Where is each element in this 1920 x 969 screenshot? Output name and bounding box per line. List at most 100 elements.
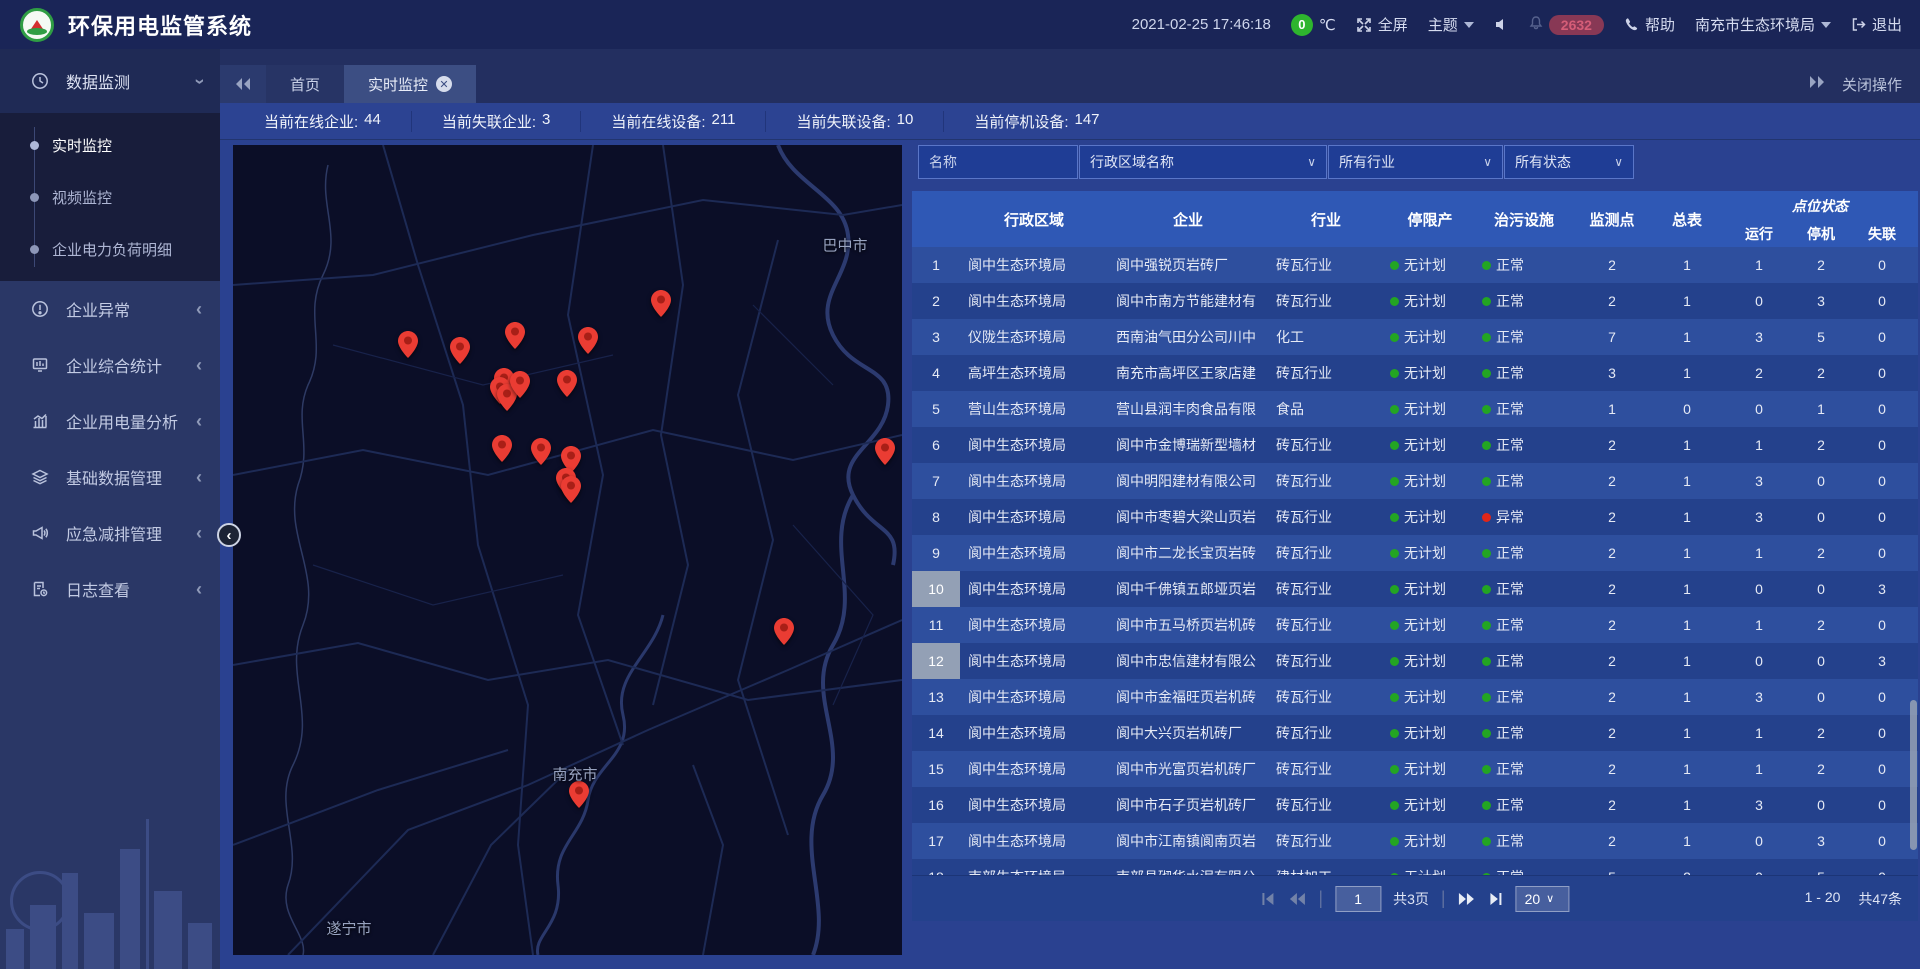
- row-lost-count: 0: [1846, 427, 1918, 463]
- sidebar-item-log-view[interactable]: 日志查看 ‹: [0, 561, 220, 617]
- status-dot-icon: [1482, 297, 1491, 306]
- map-pin-icon[interactable]: [875, 438, 895, 465]
- row-running-count: 0: [1722, 823, 1796, 859]
- table-row[interactable]: 13 阆中生态环境局 阆中市金福旺页岩机砖 砖瓦行业 无计划 正常 2 1 3 …: [912, 679, 1918, 715]
- column-header-run: 运行: [1722, 217, 1796, 247]
- status-select[interactable]: 所有状态 ∨: [1504, 145, 1634, 179]
- tab-realtime-monitor[interactable]: 实时监控 ✕: [344, 65, 476, 103]
- table-row[interactable]: 14 阆中生态环境局 阆中大兴页岩机砖厂 砖瓦行业 无计划 正常 2 1 1 2…: [912, 715, 1918, 751]
- map-pin-icon[interactable]: [398, 331, 418, 358]
- row-running-count: 3: [1722, 463, 1796, 499]
- status-dot-icon: [1482, 477, 1491, 486]
- tab-home[interactable]: 首页: [266, 65, 344, 103]
- map-pin-icon[interactable]: [492, 435, 512, 462]
- logout-button[interactable]: 退出: [1851, 14, 1902, 35]
- org-menu[interactable]: 南充市生态环境局: [1695, 14, 1831, 35]
- sidebar-item-video-monitor[interactable]: 视频监控: [0, 171, 220, 223]
- industry-select[interactable]: 所有行业 ∨: [1328, 145, 1503, 179]
- table-row[interactable]: 6 阆中生态环境局 阆中市金博瑞新型墙材 砖瓦行业 无计划 正常 2 1 1 2…: [912, 427, 1918, 463]
- table-row[interactable]: 10 阆中生态环境局 阆中千佛镇五郎垭页岩 砖瓦行业 无计划 正常 2 1 0 …: [912, 571, 1918, 607]
- table-row[interactable]: 9 阆中生态环境局 阆中市二龙长宝页岩砖 砖瓦行业 无计划 正常 2 1 1 2…: [912, 535, 1918, 571]
- total-pages-label: 共3页: [1393, 889, 1429, 909]
- map-pin-icon[interactable]: [450, 337, 470, 364]
- row-company: 阆中市五马桥页岩机砖: [1108, 607, 1268, 643]
- row-monitor-points: 2: [1572, 823, 1652, 859]
- sidebar-item-enterprise-abnormal[interactable]: 企业异常 ‹: [0, 281, 220, 337]
- scrollbar-thumb[interactable]: [1910, 700, 1917, 850]
- map-pin-icon[interactable]: [774, 618, 794, 645]
- status-dot-icon: [1482, 333, 1491, 342]
- sound-toggle[interactable]: [1494, 17, 1509, 32]
- notification-area[interactable]: 2632: [1529, 15, 1604, 35]
- region-select[interactable]: 行政区域名称 ∨: [1079, 145, 1327, 179]
- close-operations-menu[interactable]: 关闭操作: [1842, 74, 1902, 95]
- table-row[interactable]: 18 南部生态环境局 南部县砌华水泥有限公 建材加工 无计划 正常 5 2 0 …: [912, 859, 1918, 875]
- sidebar-item-emergency-reduction[interactable]: 应急减排管理 ‹: [0, 505, 220, 561]
- sidebar-item-base-data-management[interactable]: 基础数据管理 ‹: [0, 449, 220, 505]
- row-industry: 砖瓦行业: [1268, 607, 1384, 643]
- sidebar-item-power-usage-analysis[interactable]: 企业用电量分析 ‹: [0, 393, 220, 449]
- map-panel[interactable]: ‹: [233, 145, 902, 955]
- map-pin-icon[interactable]: [505, 322, 525, 349]
- prev-page-button[interactable]: [1288, 892, 1306, 906]
- megaphone-icon: [30, 524, 50, 542]
- table-row[interactable]: 8 阆中生态环境局 阆中市枣碧大梁山页岩 砖瓦行业 无计划 异常 2 1 3 0…: [912, 499, 1918, 535]
- map-pin-icon[interactable]: [510, 371, 530, 398]
- table-row[interactable]: 4 高坪生态环境局 南充市高坪区王家店建 砖瓦行业 无计划 正常 3 1 2 2…: [912, 355, 1918, 391]
- status-dot-icon: [1482, 261, 1491, 270]
- sidebar-item-enterprise-statistics[interactable]: 企业综合统计 ‹: [0, 337, 220, 393]
- map-pin-icon[interactable]: [569, 781, 589, 808]
- row-lost-count: 0: [1846, 607, 1918, 643]
- app-logo: [20, 8, 54, 42]
- map-pin-icon[interactable]: [561, 476, 581, 503]
- table-row[interactable]: 15 阆中生态环境局 阆中市光富页岩机砖厂 砖瓦行业 无计划 正常 2 1 1 …: [912, 751, 1918, 787]
- table-row[interactable]: 3 仪陇生态环境局 西南油气田分公司川中 化工 无计划 正常 7 1 3 5 0: [912, 319, 1918, 355]
- last-page-button[interactable]: [1488, 892, 1504, 906]
- row-monitor-points: 2: [1572, 607, 1652, 643]
- sidebar-item-realtime-monitor[interactable]: 实时监控: [0, 119, 220, 171]
- sidebar-group-data-monitoring[interactable]: 数据监测 ‹: [0, 49, 220, 113]
- row-facility-status: 正常: [1476, 715, 1572, 751]
- page-size-select[interactable]: 20 ∨: [1516, 886, 1570, 912]
- map-pin-icon[interactable]: [651, 290, 671, 317]
- row-index: 18: [912, 859, 960, 875]
- status-dot-icon: [1390, 297, 1399, 306]
- first-page-button[interactable]: [1260, 892, 1276, 906]
- table-row[interactable]: 16 阆中生态环境局 阆中市石子页岩机砖厂 砖瓦行业 无计划 正常 2 1 3 …: [912, 787, 1918, 823]
- tabs-scroll-left-button[interactable]: [220, 65, 266, 103]
- row-region: 阆中生态环境局: [960, 823, 1108, 859]
- row-index: 17: [912, 823, 960, 859]
- map-pin-icon[interactable]: [531, 438, 551, 465]
- temperature-badge: 0: [1291, 14, 1313, 36]
- table-row[interactable]: 7 阆中生态环境局 阆中明阳建材有限公司 砖瓦行业 无计划 正常 2 1 3 0…: [912, 463, 1918, 499]
- table-row[interactable]: 5 营山生态环境局 营山县润丰肉食品有限 食品 无计划 正常 1 0 0 1 0: [912, 391, 1918, 427]
- table-row[interactable]: 17 阆中生态环境局 阆中市江南镇阆南页岩 砖瓦行业 无计划 正常 2 1 0 …: [912, 823, 1918, 859]
- map-pin-icon[interactable]: [578, 327, 598, 354]
- row-index: 5: [912, 391, 960, 427]
- timeline-dot-icon: [30, 245, 39, 254]
- next-page-button[interactable]: [1458, 892, 1476, 906]
- map-pin-icon[interactable]: [557, 370, 577, 397]
- help-button[interactable]: 帮助: [1624, 14, 1675, 35]
- table-row[interactable]: 2 阆中生态环境局 阆中市南方节能建材有 砖瓦行业 无计划 正常 2 1 0 3…: [912, 283, 1918, 319]
- page-number-input[interactable]: [1335, 886, 1381, 912]
- name-search-input[interactable]: [918, 145, 1078, 179]
- table-row[interactable]: 12 阆中生态环境局 阆中市忠信建材有限公 砖瓦行业 无计划 正常 2 1 0 …: [912, 643, 1918, 679]
- stat-label: 当前失联企业:: [442, 111, 536, 132]
- row-monitor-points: 7: [1572, 319, 1652, 355]
- row-lost-count: 3: [1846, 643, 1918, 679]
- table-row[interactable]: 11 阆中生态环境局 阆中市五马桥页岩机砖 砖瓦行业 无计划 正常 2 1 1 …: [912, 607, 1918, 643]
- column-header-meters: 总表: [1652, 191, 1722, 247]
- fullscreen-button[interactable]: 全屏: [1356, 14, 1408, 35]
- tab-close-icon[interactable]: ✕: [436, 76, 452, 92]
- row-company: 西南油气田分公司川中: [1108, 319, 1268, 355]
- map-city-label: 遂宁市: [326, 918, 371, 939]
- theme-menu[interactable]: 主题: [1428, 14, 1474, 35]
- sidebar-item-power-load-detail[interactable]: 企业电力负荷明细: [0, 223, 220, 275]
- sidebar-collapse-button[interactable]: ‹: [217, 523, 241, 547]
- tabs-scroll-right-button[interactable]: [1808, 75, 1826, 93]
- table-body: 1 阆中生态环境局 阆中强锐页岩砖厂 砖瓦行业 无计划 正常 2 1 1 2 0…: [912, 247, 1918, 875]
- table-row[interactable]: 1 阆中生态环境局 阆中强锐页岩砖厂 砖瓦行业 无计划 正常 2 1 1 2 0: [912, 247, 1918, 283]
- row-lost-count: 0: [1846, 463, 1918, 499]
- row-limit-status: 无计划: [1384, 571, 1476, 607]
